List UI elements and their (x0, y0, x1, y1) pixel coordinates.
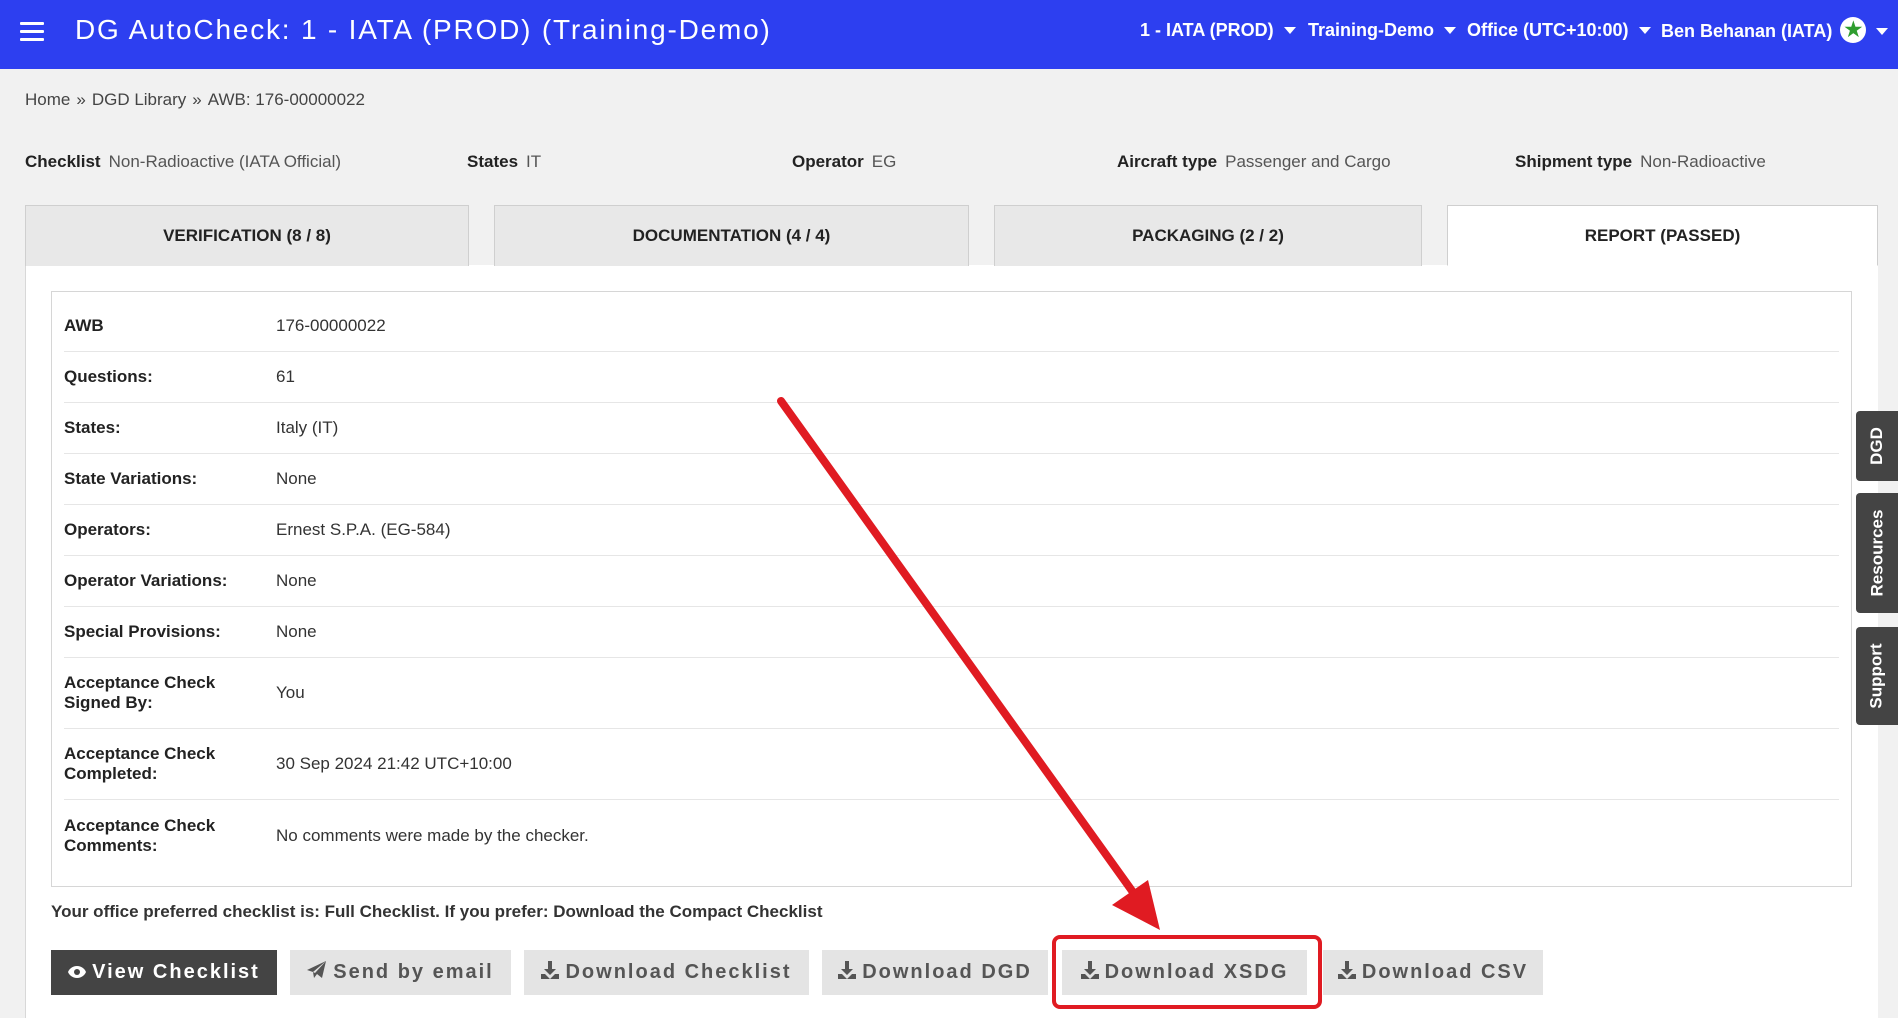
report-row: Operator Variations: None (64, 556, 1839, 607)
paper-plane-icon (307, 961, 327, 984)
preference-text: Your office preferred checklist is: Full… (51, 902, 549, 921)
report-table: AWB 176-00000022 Questions: 61 States: Ital… (51, 291, 1852, 887)
info-operator: Operator EG (792, 152, 896, 172)
breadcrumb-separator: » (192, 90, 202, 109)
report-row-label: AWB (64, 316, 104, 335)
download-checklist-button[interactable]: Download Checklist (524, 950, 809, 995)
breadcrumb-home[interactable]: Home (25, 90, 70, 109)
caret-down-icon (1444, 27, 1457, 34)
tab-verification[interactable]: VERIFICATION (8 / 8) (25, 205, 469, 266)
info-checklist: Checklist Non-Radioactive (IATA Official) (25, 152, 341, 172)
report-row-value: Italy (IT) (276, 418, 339, 437)
breadcrumb-dgd-library[interactable]: DGD Library (92, 90, 186, 109)
breadcrumb: Home » DGD Library » AWB: 176-00000022 (25, 90, 365, 110)
report-row-label: States: (64, 418, 121, 437)
company-menu[interactable]: Training-Demo (1308, 20, 1457, 41)
side-tab-dgd[interactable]: DGD (1856, 411, 1898, 481)
download-icon (1337, 961, 1356, 984)
report-row: Acceptance Check Completed: 30 Sep 2024 2… (64, 729, 1839, 800)
report-row-value: No comments were made by the checker. (276, 826, 589, 845)
info-states: States IT (467, 152, 541, 172)
info-shipment-value: Non-Radioactive (1640, 152, 1766, 171)
side-tab-dgd-label: DGD (1867, 427, 1886, 465)
report-row-value: None (276, 571, 317, 590)
tenant-menu[interactable]: 1 - IATA (PROD) (1140, 20, 1296, 41)
download-xsdg-label: Download XSDG (1104, 961, 1289, 983)
report-row-value: None (276, 469, 317, 488)
report-row: Questions: 61 (64, 352, 1839, 403)
download-dgd-button[interactable]: Download DGD (822, 950, 1048, 995)
tab-report[interactable]: REPORT (PASSED) (1447, 205, 1878, 266)
caret-down-icon (1638, 27, 1651, 34)
info-shipment-label: Shipment type (1515, 152, 1633, 171)
side-tab-resources[interactable]: Resources (1856, 493, 1898, 613)
report-row: State Variations: None (64, 454, 1839, 505)
office-menu[interactable]: Office (UTC+10:00) (1467, 20, 1651, 41)
report-row-label: Acceptance Check Completed: (64, 744, 216, 783)
info-operator-label: Operator (792, 152, 864, 171)
caret-down-icon (1283, 27, 1296, 34)
star-icon: ★ (1840, 17, 1867, 43)
info-aircraft-label: Aircraft type (1117, 152, 1218, 171)
download-xsdg-button[interactable]: Download XSDG (1062, 950, 1307, 995)
info-operator-value: EG (871, 152, 897, 171)
info-aircraft-value: Passenger and Cargo (1225, 152, 1391, 171)
report-row-value: You (276, 683, 305, 702)
caret-down-icon (1876, 28, 1889, 35)
report-row-value: Ernest S.P.A. (EG-584) (276, 520, 451, 539)
send-by-email-button[interactable]: Send by email (290, 950, 511, 995)
user-menu[interactable]: Ben Behanan (IATA) ★ (1661, 17, 1889, 43)
report-row: Special Provisions: None (64, 607, 1839, 658)
side-tab-resources-label: Resources (1867, 509, 1886, 597)
tenant-menu-label: 1 - IATA (PROD) (1140, 20, 1274, 40)
eye-icon (68, 962, 87, 983)
report-row-label: Acceptance Check Signed By: (64, 673, 216, 712)
report-row-label: Special Provisions: (64, 622, 221, 641)
info-aircraft: Aircraft type Passenger and Cargo (1117, 152, 1391, 172)
info-checklist-value: Non-Radioactive (IATA Official) (108, 152, 342, 171)
tab-packaging[interactable]: PACKAGING (2 / 2) (994, 205, 1422, 266)
report-row-label: State Variations: (64, 469, 198, 488)
report-row: Acceptance Check Comments: No comments we… (64, 800, 1839, 872)
download-icon (541, 961, 560, 984)
report-row-value: 176-00000022 (276, 316, 386, 335)
office-menu-label: Office (UTC+10:00) (1467, 20, 1629, 40)
hamburger-icon[interactable] (20, 22, 44, 42)
report-row: Operators: Ernest S.P.A. (EG-584) (64, 505, 1839, 556)
report-row: Acceptance Check Signed By: You (64, 658, 1839, 729)
user-menu-label: Ben Behanan (IATA) (1661, 21, 1833, 41)
download-csv-label: Download CSV (1361, 961, 1529, 983)
app-title: DG AutoCheck: 1 - IATA (PROD) (Training-… (75, 14, 772, 45)
company-menu-label: Training-Demo (1308, 20, 1435, 40)
report-row-label: Operator Variations: (64, 571, 228, 590)
info-states-label: States (467, 152, 519, 171)
download-dgd-label: Download DGD (862, 961, 1032, 983)
view-checklist-label: View Checklist (92, 961, 260, 983)
view-checklist-button[interactable]: View Checklist (51, 950, 277, 995)
breadcrumb-current: AWB: 176-00000022 (207, 90, 365, 109)
side-tab-support-label: Support (1867, 643, 1886, 709)
report-row-label: Questions: (64, 367, 153, 386)
info-shipment: Shipment type Non-Radioactive (1515, 152, 1766, 172)
info-states-value: IT (526, 152, 542, 171)
report-row-value: None (276, 622, 317, 641)
checklist-preference-note: Your office preferred checklist is: Full… (51, 902, 822, 922)
report-row-label: Acceptance Check Comments: (64, 816, 216, 855)
report-row-value: 30 Sep 2024 21:42 UTC+10:00 (276, 754, 512, 773)
download-icon (838, 961, 857, 984)
top-navbar: DG AutoCheck: 1 - IATA (PROD) (Training-… (0, 0, 1898, 69)
download-icon (1080, 961, 1099, 984)
report-row-label: Operators: (64, 520, 151, 539)
download-csv-button[interactable]: Download CSV (1323, 950, 1543, 995)
report-row: AWB 176-00000022 (64, 301, 1839, 352)
report-row-value: 61 (276, 367, 295, 386)
info-checklist-label: Checklist (25, 152, 101, 171)
side-tab-support[interactable]: Support (1856, 627, 1898, 725)
report-row: States: Italy (IT) (64, 403, 1839, 454)
breadcrumb-separator: » (76, 90, 86, 109)
tab-documentation[interactable]: DOCUMENTATION (4 / 4) (494, 205, 969, 266)
download-compact-checklist-link[interactable]: Download the Compact Checklist (553, 902, 822, 921)
download-checklist-label: Download Checklist (565, 961, 792, 983)
send-by-email-label: Send by email (333, 961, 494, 983)
